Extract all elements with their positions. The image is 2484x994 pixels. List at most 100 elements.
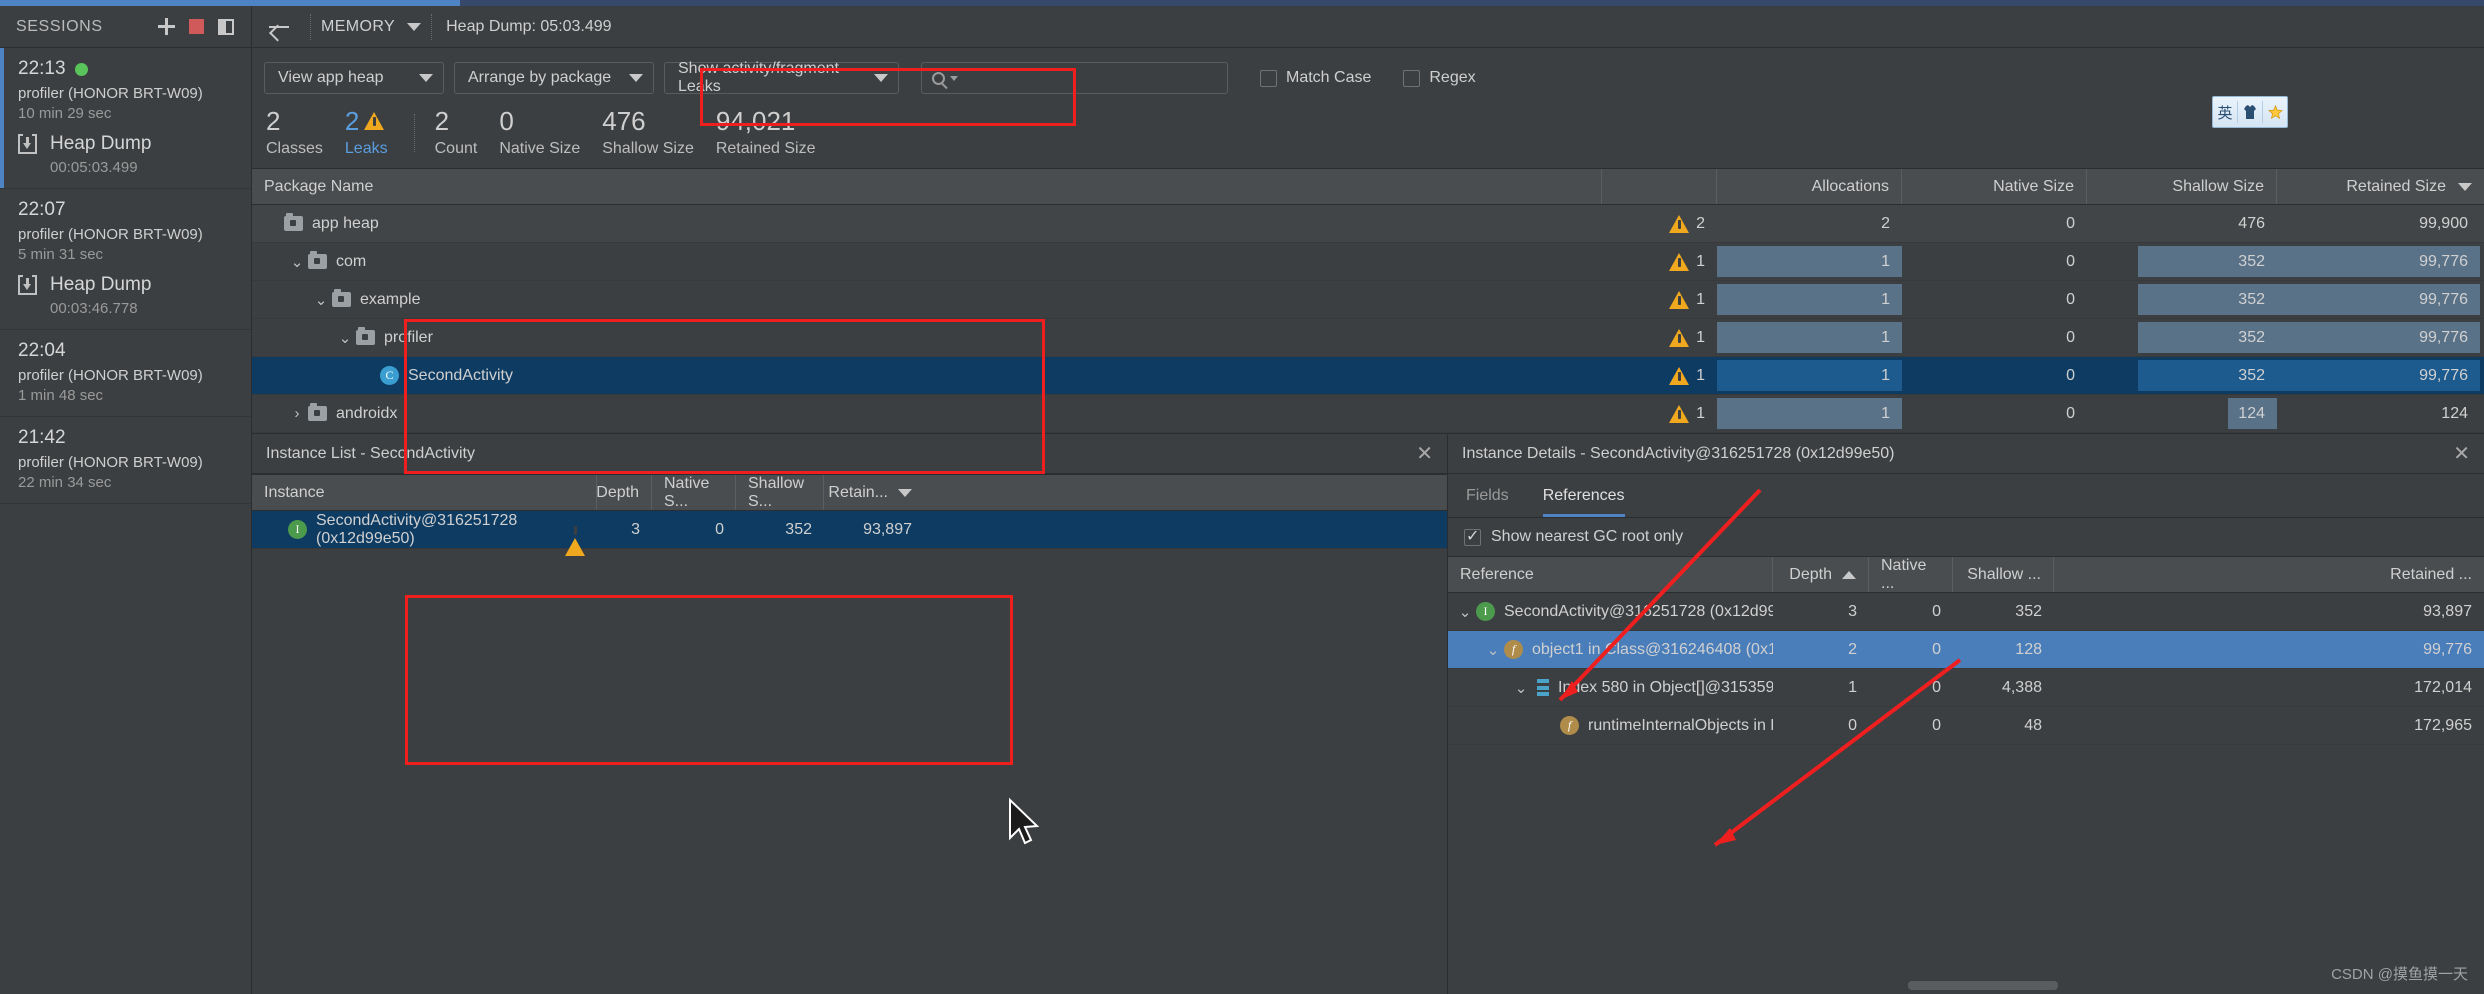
column-header-package-name[interactable]: Package Name xyxy=(252,169,1602,204)
table-row[interactable]: I SecondActivity@316251728 (0x12d99e50) 3 0… xyxy=(252,511,1447,556)
horizontal-scrollbar[interactable] xyxy=(1908,981,2058,990)
table-row[interactable]: ⌄ com 1 1 0 352 99,776 xyxy=(252,243,2484,281)
column-header-retained-size[interactable]: Retained ... xyxy=(2054,557,2484,592)
column-label: Allocations xyxy=(1811,177,1889,195)
table-cell: 99,776 xyxy=(2277,243,2480,280)
session-duration: 22 min 34 sec xyxy=(18,474,112,491)
expand-toggle-icon[interactable]: ⌄ xyxy=(310,291,332,309)
column-header-native-size[interactable]: Native S... xyxy=(652,475,736,510)
regex-label: Regex xyxy=(1429,69,1476,86)
column-header-shallow-size[interactable]: Shallow S... xyxy=(736,475,824,510)
stop-session-button[interactable] xyxy=(181,12,211,42)
regex-checkbox[interactable]: Regex xyxy=(1403,69,1476,87)
column-header-native-size[interactable]: Native ... xyxy=(1869,557,1953,592)
table-cell-leaks: 2 xyxy=(1602,205,1717,242)
column-header-leaks[interactable] xyxy=(1602,169,1717,204)
column-header-shallow-size[interactable]: Shallow ... xyxy=(1953,557,2054,592)
table-cell: 476 xyxy=(2087,205,2277,242)
table-row[interactable]: C SecondActivity 1 1 0 352 99,776 xyxy=(252,357,2484,395)
collapse-toggle-icon[interactable]: › xyxy=(286,405,308,422)
back-button[interactable] xyxy=(258,7,300,47)
expand-toggle-icon[interactable]: ⌄ xyxy=(334,329,356,347)
table-cell: 0 xyxy=(1902,319,2087,356)
stage-selector[interactable]: MEMORY xyxy=(321,18,422,36)
ime-star-icon[interactable] xyxy=(2263,101,2287,123)
gc-root-checkbox[interactable]: Show nearest GC root only xyxy=(1448,518,2484,556)
table-cell: 1 xyxy=(1717,357,1902,394)
heap-dump-label: Heap Dump xyxy=(50,274,152,295)
table-cell: 1 xyxy=(1717,281,1902,318)
package-table-header: Package Name Allocations Native Size Sha… xyxy=(252,168,2484,205)
sessions-header: SESSIONS xyxy=(0,6,251,48)
column-header-depth[interactable]: Depth xyxy=(596,475,652,510)
table-row[interactable]: ⌄ profiler 1 1 0 352 99,776 xyxy=(252,319,2484,357)
session-time: 22:04 xyxy=(18,340,66,361)
table-cell: 0 xyxy=(1902,395,2087,432)
expand-toggle-icon[interactable]: ⌄ xyxy=(1454,603,1476,621)
column-header-reference[interactable]: Reference xyxy=(1448,557,1773,592)
table-row[interactable]: ⌄I SecondActivity@316251728 (0x12d99e50) 3… xyxy=(1448,593,2484,631)
references-table-body: ⌄ISecondActivity@316251728 (0x12d99e50)3… xyxy=(1448,593,2484,745)
cell-value: 1 xyxy=(1881,404,1890,422)
cell-value: 0 xyxy=(2066,366,2075,384)
table-cell: 0 xyxy=(1902,357,2087,394)
session-item[interactable]: 21:42 profiler (HONOR BRT-W09) 22 min 34 s… xyxy=(0,417,251,504)
package-name: example xyxy=(360,290,421,308)
heap-select[interactable]: View app heap xyxy=(264,62,444,94)
stat-label: Shallow Size xyxy=(602,140,694,157)
table-cell-name: C SecondActivity xyxy=(252,357,1602,394)
column-header-retained-size[interactable]: Retained Size xyxy=(2277,169,2484,204)
column-header-native-size[interactable]: Native Size xyxy=(1902,169,2087,204)
heap-dump-icon xyxy=(18,275,37,295)
arrange-select[interactable]: Arrange by package xyxy=(454,62,654,94)
column-header-shallow-size[interactable]: Shallow Size xyxy=(2087,169,2277,204)
table-cell: 0 xyxy=(1902,205,2087,242)
close-icon[interactable]: ✕ xyxy=(1416,444,1433,464)
column-header-depth[interactable]: Depth xyxy=(1773,557,1869,592)
references-table-header: Reference Depth Native ... Shallow ... R… xyxy=(1448,556,2484,593)
tab-fields[interactable]: Fields xyxy=(1466,487,1509,517)
session-duration: 1 min 48 sec xyxy=(18,387,104,404)
sessions-title: SESSIONS xyxy=(16,17,103,35)
stat-classes: 2 Classes xyxy=(266,107,345,158)
table-row[interactable]: ⌄f object1 in Class@316246408 (0x12d98 2 0 1… xyxy=(1448,631,2484,669)
instance-list-header: Instance List - SecondActivity ✕ xyxy=(252,434,1447,474)
heap-stats: 2 Classes 2 Leaks 2 Count 0 Native Size 476 Shall… xyxy=(252,107,2484,168)
session-item[interactable]: 22:07 profiler (HONOR BRT-W09) 5 min 31 se… xyxy=(0,189,251,330)
table-row[interactable]: ⌄ example 1 1 0 352 99,776 xyxy=(252,281,2484,319)
close-icon[interactable]: ✕ xyxy=(2453,444,2470,464)
cell-value: 352 xyxy=(2238,252,2265,270)
match-case-checkbox[interactable]: Match Case xyxy=(1260,69,1371,87)
tab-references[interactable]: References xyxy=(1542,487,1625,517)
session-item[interactable]: 22:13 profiler (HONOR BRT-W09) 10 min 29 s… xyxy=(0,48,251,189)
heap-dump-entry[interactable]: Heap Dump xyxy=(18,133,251,155)
expand-toggle-icon[interactable]: ⌄ xyxy=(286,253,308,271)
warning-icon xyxy=(1669,366,1690,385)
expand-toggle-icon[interactable]: ⌄ xyxy=(1482,641,1504,659)
column-header-allocations[interactable]: Allocations xyxy=(1717,169,1902,204)
session-device: profiler (HONOR BRT-W09) xyxy=(18,85,203,102)
add-session-button[interactable] xyxy=(151,12,181,42)
cell-value: 124 xyxy=(2238,404,2265,422)
table-row[interactable]: f runtimeInternalObjects in PathC 0 0 48 172,… xyxy=(1448,707,2484,745)
table-cell-depth: 2 xyxy=(1848,640,1857,658)
search-input[interactable] xyxy=(921,62,1228,94)
sort-asc-icon xyxy=(1842,570,1856,579)
ime-language-cell[interactable]: 英 xyxy=(2213,101,2238,123)
table-row[interactable]: › androidx 1 1 0 124 124 xyxy=(252,395,2484,433)
column-header-instance[interactable]: Instance xyxy=(252,475,597,510)
divider xyxy=(310,13,311,40)
table-row[interactable]: ⌄ Index 580 in Object[]@315359236 (1 0 4,38… xyxy=(1448,669,2484,707)
table-cell-depth: 3 xyxy=(1848,602,1857,620)
ime-shape-icon[interactable] xyxy=(2238,101,2263,123)
stat-leaks[interactable]: 2 Leaks xyxy=(345,107,410,158)
column-header-retained-size[interactable]: Retain... xyxy=(824,475,924,510)
session-item[interactable]: 22:04 profiler (HONOR BRT-W09) 1 min 48 se… xyxy=(0,330,251,417)
table-row[interactable]: app heap 2 2 0 476 99,900 xyxy=(252,205,2484,243)
cell-value: 99,776 xyxy=(2419,366,2468,384)
heap-dump-entry[interactable]: Heap Dump xyxy=(18,274,251,296)
expand-toggle-icon[interactable]: ⌄ xyxy=(1510,679,1532,697)
toggle-panel-button[interactable] xyxy=(211,12,241,42)
ime-indicator[interactable]: 英 xyxy=(2212,96,2288,128)
leaks-select[interactable]: Show activity/fragment Leaks xyxy=(664,60,899,95)
